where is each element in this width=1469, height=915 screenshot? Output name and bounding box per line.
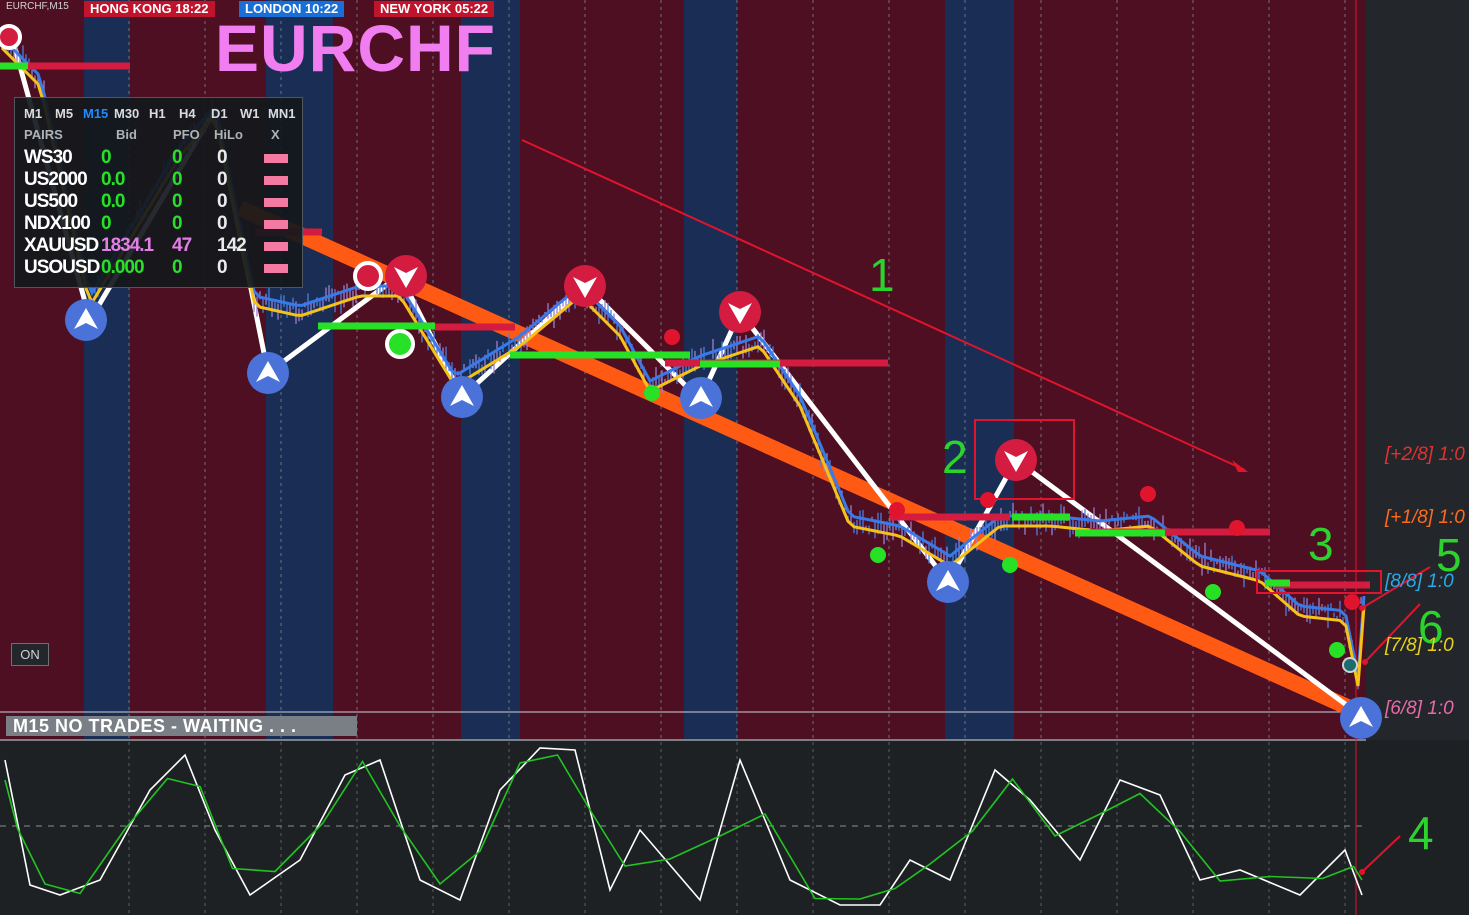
murrey-level-6-8: [6/8] 1:0 [1385,698,1454,719]
pair-pfo: 0 [172,257,183,278]
pair-pfo: 0 [172,213,183,234]
tf-mn1[interactable]: MN1 [268,106,295,121]
header-hilo: HiLo [214,127,243,142]
buy-dot-icon [870,547,886,563]
buy-dot-icon [1205,584,1221,600]
oscillator-pane [0,740,1469,915]
pair-name: US500 [24,191,78,212]
pair-name: USOUSD [24,257,100,278]
buy-dot-icon [644,385,660,401]
pair-pfo: 0 [172,169,183,190]
pair-x-marker [264,176,288,185]
exit-ring-icon [1342,657,1358,673]
pairs-dashboard: M1 M5 M15 M30 H1 H4 D1 W1 MN1 PAIRS Bid … [14,97,303,288]
trade-status-bar: M15 NO TRADES - WAITING . . . [6,716,357,736]
session-time: 18:22 [175,1,209,16]
pair-name: US2000 [24,169,88,190]
exit-ring-icon [385,329,415,359]
tf-w1[interactable]: W1 [240,106,260,121]
pair-name: WS30 [24,147,73,168]
pair-x-marker [264,154,288,163]
pair-name: NDX100 [24,213,91,234]
pair-x-marker [264,198,288,207]
pair-hilo: 142 [217,235,247,256]
on-toggle-button[interactable]: ON [11,643,49,666]
header-pfo: PFO [173,127,200,142]
header-bid: Bid [116,127,137,142]
annotation-arrow-head [1362,659,1368,665]
murrey-level-8-8: [8/8] 1:0 [1385,571,1454,592]
pair-pfo: 0 [172,147,183,168]
tf-h4[interactable]: H4 [179,106,196,121]
annotation-3: 3 [1308,518,1334,570]
pair-bid: 0 [101,213,112,234]
header-pairs: PAIRS [24,127,63,142]
pair-bid: 1834.1 [101,235,154,256]
symbol-timeframe-label: EURCHF,M15 [6,1,69,12]
pair-hilo: 0 [217,147,228,168]
pair-hilo: 0 [217,257,228,278]
annotation-1: 1 [869,249,895,301]
pair-bid: 0.000 [101,257,145,278]
pair-hilo: 0 [217,169,228,190]
tf-m30[interactable]: M30 [114,106,139,121]
tf-h1[interactable]: H1 [149,106,166,121]
pair-hilo: 0 [217,213,228,234]
annotation-4: 4 [1408,807,1434,859]
tf-m1[interactable]: M1 [24,106,42,121]
pair-x-marker [264,242,288,251]
pair-pfo: 0 [172,191,183,212]
pair-x-marker [264,220,288,229]
pair-bid: 0 [101,147,112,168]
tf-d1[interactable]: D1 [211,106,228,121]
tf-m15[interactable]: M15 [83,106,108,121]
session-name: HONG KONG [90,1,172,16]
pair-bid: 0.0 [101,169,125,190]
annotation-arrow-head [1359,605,1365,611]
annotation-arrow-head [1359,869,1365,875]
symbol-title: EURCHF [215,11,496,85]
chart-window[interactable]: EURCHF,M15 HONG KONG 18:22 LONDON 10:22 … [0,0,1469,915]
annotation-2: 2 [942,431,968,483]
sell-dot-icon [889,502,905,518]
buy-dot-icon [1002,557,1018,573]
sell-dot-icon [664,329,680,345]
tf-m5[interactable]: M5 [55,106,73,121]
sell-dot-icon [1229,520,1245,536]
pair-x-marker [264,264,288,273]
header-x: X [271,127,280,142]
sell-dot-icon [1344,594,1360,610]
pair-pfo: 47 [172,235,192,256]
murrey-level-plus1: [+1/8] 1:0 [1385,507,1465,528]
sell-dot-icon [1140,486,1156,502]
exit-ring-icon [353,261,383,291]
bullish-zone [945,0,1014,740]
buy-dot-icon [1329,642,1345,658]
pair-hilo: 0 [217,191,228,212]
murrey-level-plus2: [+2/8] 1:0 [1385,444,1465,465]
session-hongkong: HONG KONG 18:22 [84,1,215,17]
exit-ring-icon [0,24,22,50]
pair-name: XAUUSD [24,235,99,256]
murrey-level-7-8: [7/8] 1:0 [1385,635,1454,656]
pair-bid: 0.0 [101,191,125,212]
